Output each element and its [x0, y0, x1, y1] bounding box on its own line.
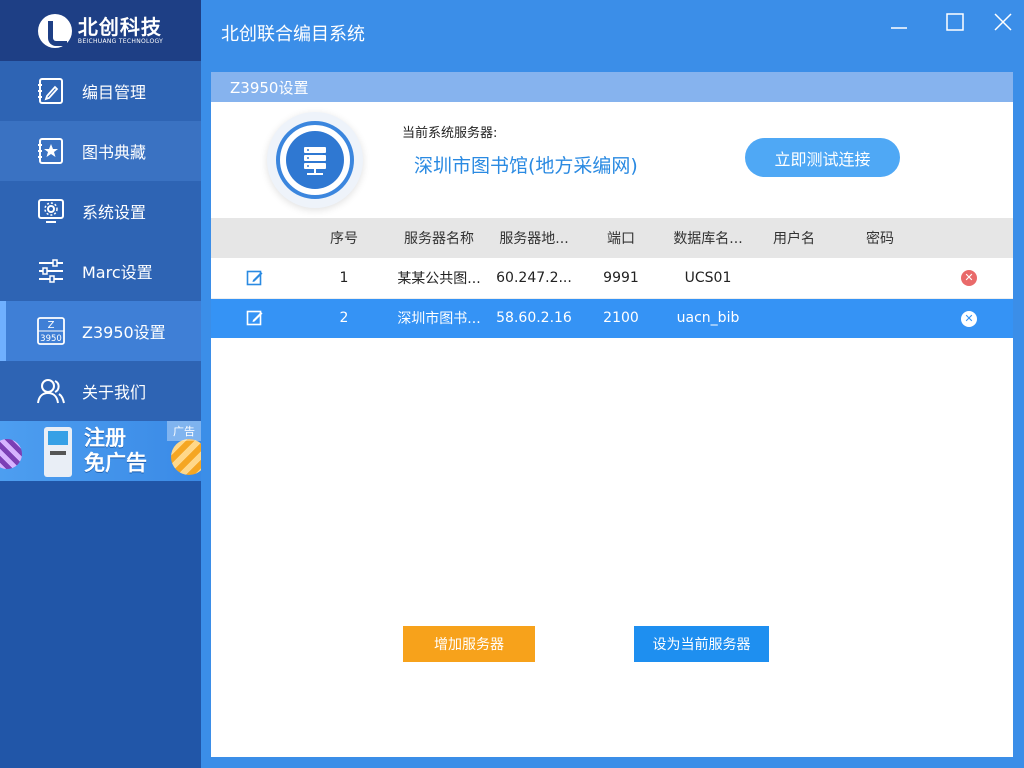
column-header-delete [925, 218, 1013, 258]
cell-username [753, 258, 835, 299]
column-header-name: 服务器名称 [389, 218, 489, 258]
cell-password [835, 298, 925, 338]
minimize-icon [891, 27, 907, 29]
z3950-icon: Z 3950 [34, 314, 68, 348]
table-row-selected[interactable]: 2 深圳市图书... 58.60.2.16 2100 uacn_bib ✕ [211, 298, 1013, 338]
minimize-button[interactable] [885, 8, 913, 36]
cell-port: 2100 [579, 298, 663, 338]
users-icon [34, 374, 68, 408]
maximize-button[interactable] [941, 8, 969, 36]
star-book-icon [34, 134, 68, 168]
sidebar-item-marc-settings[interactable]: Marc设置 [0, 241, 201, 301]
sidebar-item-label: 图书典藏 [82, 143, 147, 162]
cell-password [835, 258, 925, 299]
sidebar-item-label: 关于我们 [82, 383, 147, 402]
ad-line1: 注册 [84, 426, 126, 450]
column-header-port: 端口 [579, 218, 663, 258]
brand-logo: 北创科技 BEICHUANG TECHNOLOGY [0, 0, 201, 61]
sidebar-item-label: 系统设置 [82, 203, 147, 222]
decor-ball-icon [171, 439, 201, 475]
column-header-edit [211, 218, 299, 258]
z3950-icon-text-bottom: 3950 [40, 334, 62, 344]
cell-port: 9991 [579, 258, 663, 299]
sidebar-item-catalog[interactable]: 编目管理 [0, 61, 201, 121]
cell-index: 1 [299, 258, 389, 299]
cell-index: 2 [299, 298, 389, 338]
cell-username [753, 298, 835, 338]
table-row[interactable]: 1 某某公共图... 60.247.2... 9991 UCS01 ✕ [211, 258, 1013, 299]
sidebar-item-about[interactable]: 关于我们 [0, 361, 201, 421]
sidebar-item-label: Z3950设置 [82, 323, 166, 342]
ad-tag: 广告 [167, 421, 201, 441]
z3950-settings-panel: Z3950设置 当前系统服务器: 深圳市图书馆(地方采编网) 立即测试连接 序号… [211, 72, 1013, 757]
sidebar: 北创科技 BEICHUANG TECHNOLOGY 编目管理 图书典藏 系统设置… [0, 0, 201, 768]
close-button[interactable] [989, 8, 1017, 36]
edit-icon[interactable] [246, 309, 264, 327]
edit-icon[interactable] [246, 269, 264, 287]
column-header-username: 用户名 [753, 218, 835, 258]
z3950-icon-text-top: Z [48, 320, 55, 331]
ad-line2: 免广告 [84, 451, 147, 475]
cell-address: 60.247.2... [489, 258, 579, 299]
edit-document-icon [34, 74, 68, 108]
brand-name: 北创科技 [77, 14, 162, 39]
monitor-gear-icon [34, 194, 68, 228]
sidebar-item-collection[interactable]: 图书典藏 [0, 121, 201, 181]
cell-name: 深圳市图书... [389, 298, 489, 338]
brand-subtitle: BEICHUANG TECHNOLOGY [77, 37, 164, 45]
sidebar-item-z3950-settings[interactable]: Z 3950 Z3950设置 [0, 301, 201, 361]
server-icon [267, 112, 363, 208]
register-ad-banner[interactable]: 注册 免广告 广告 [0, 421, 201, 481]
close-icon [994, 13, 1012, 31]
column-header-index: 序号 [299, 218, 389, 258]
test-connection-button[interactable]: 立即测试连接 [745, 138, 900, 177]
sidebar-item-system-settings[interactable]: 系统设置 [0, 181, 201, 241]
app-title: 北创联合编目系统 [221, 24, 365, 45]
cell-database: UCS01 [663, 258, 753, 299]
decor-ball-icon [0, 439, 22, 469]
set-current-server-button[interactable]: 设为当前服务器 [634, 626, 769, 662]
delete-icon[interactable]: ✕ [961, 310, 977, 327]
sidebar-item-label: 编目管理 [82, 83, 147, 102]
title-bar: 北创联合编目系统 [201, 0, 1024, 61]
cell-address: 58.60.2.16 [489, 298, 579, 338]
current-server-value: 深圳市图书馆(地方采编网) [414, 155, 638, 177]
sliders-icon [34, 254, 68, 288]
cell-name: 某某公共图... [389, 258, 489, 299]
server-table: 序号 服务器名称 服务器地... 端口 数据库名... 用户名 密码 1 某某公… [211, 218, 1013, 338]
current-server-label: 当前系统服务器: [402, 126, 498, 141]
column-header-address: 服务器地... [489, 218, 579, 258]
column-header-password: 密码 [835, 218, 925, 258]
panel-title: Z3950设置 [211, 72, 1013, 102]
cell-database: uacn_bib [663, 298, 753, 338]
table-header-row: 序号 服务器名称 服务器地... 端口 数据库名... 用户名 密码 [211, 218, 1013, 258]
column-header-database: 数据库名... [663, 218, 753, 258]
sidebar-item-label: Marc设置 [82, 263, 153, 282]
kiosk-machine-icon [44, 427, 72, 477]
maximize-icon [946, 13, 964, 31]
delete-icon[interactable]: ✕ [961, 270, 977, 287]
brand-logo-icon [37, 13, 72, 48]
add-server-button[interactable]: 增加服务器 [403, 626, 535, 662]
